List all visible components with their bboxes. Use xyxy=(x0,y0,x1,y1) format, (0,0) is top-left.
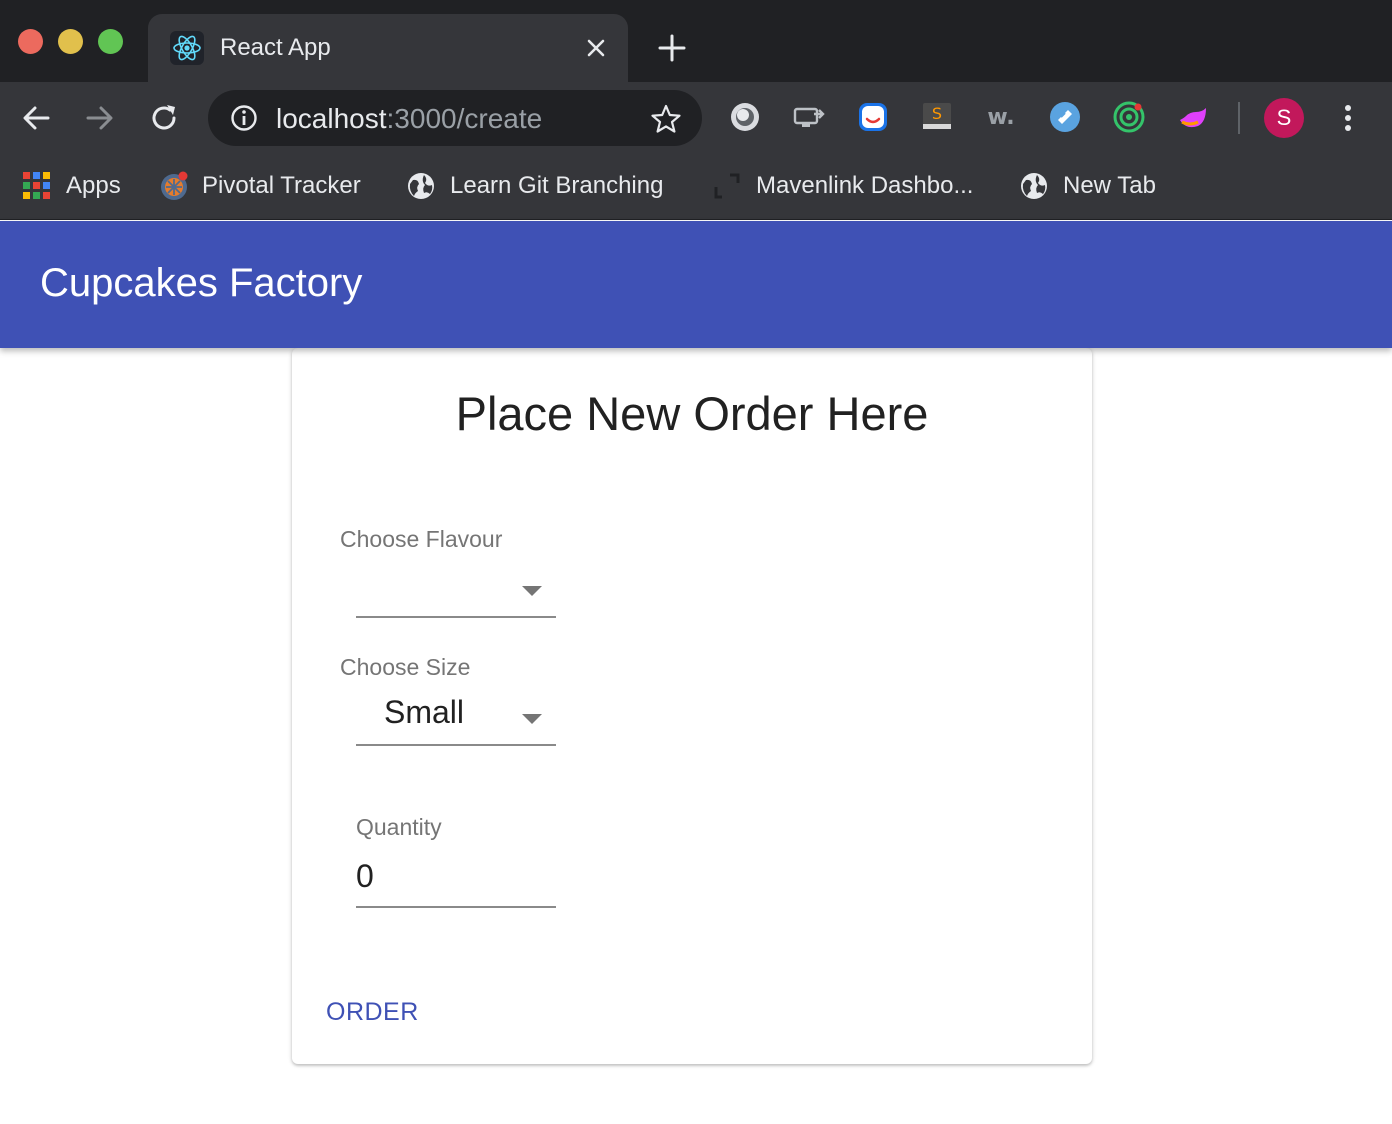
bookmark-label: New Tab xyxy=(1063,172,1156,199)
form-heading: Place New Order Here xyxy=(455,387,929,440)
address-bar[interactable]: localhost:3000/create xyxy=(208,90,702,146)
bookmark-pivotal-tracker[interactable]: Pivotal Tracker xyxy=(158,166,361,206)
window-minimize-button[interactable] xyxy=(58,29,83,54)
tab-title: React App xyxy=(220,34,331,61)
quantity-label: Quantity xyxy=(356,814,442,840)
browser-tab[interactable]: React App xyxy=(148,14,628,82)
mavenlink-icon xyxy=(714,173,740,199)
svg-text:w.: w. xyxy=(987,105,1014,130)
info-icon[interactable] xyxy=(230,104,258,132)
bookmark-label: Learn Git Branching xyxy=(450,172,664,199)
pocket-ext-icon[interactable] xyxy=(1048,100,1082,134)
close-icon[interactable] xyxy=(584,36,608,60)
url-path: :3000/create xyxy=(386,103,543,134)
back-arrow-icon[interactable] xyxy=(18,100,54,136)
bookmark-label: Mavenlink Dashbo... xyxy=(756,172,974,199)
target-ext-icon[interactable] xyxy=(1112,100,1146,134)
size-label: Choose Size xyxy=(340,654,471,680)
browser-toolbar: localhost:3000/create S w. S xyxy=(0,82,1392,154)
size-select[interactable]: Small xyxy=(356,686,556,746)
sublime-ext-icon[interactable]: S xyxy=(920,100,954,134)
bookmark-label: Apps xyxy=(66,172,121,199)
window-close-button[interactable] xyxy=(18,29,43,54)
reload-icon[interactable] xyxy=(146,100,182,136)
dropdown-arrow-icon xyxy=(522,714,542,724)
app-bar: Cupcakes Factory xyxy=(0,221,1392,348)
bookmark-apps[interactable]: Apps xyxy=(22,166,121,206)
profile-avatar[interactable]: S xyxy=(1264,98,1304,138)
dropdown-arrow-icon xyxy=(522,586,542,596)
url-text: localhost:3000/create xyxy=(276,103,542,135)
bookmark-learn-git-branching[interactable]: Learn Git Branching xyxy=(406,166,663,206)
globe-icon xyxy=(408,173,434,199)
app-title: Cupcakes Factory xyxy=(40,261,363,305)
order-form-card: Place New Order Here Choose Flavour Choo… xyxy=(292,348,1092,1064)
size-value: Small xyxy=(384,694,465,730)
flavour-label: Choose Flavour xyxy=(340,526,503,552)
browser-tab-strip: React App xyxy=(0,0,1392,82)
screen-cast-ext-icon[interactable] xyxy=(792,100,826,134)
bird-ext-icon[interactable] xyxy=(1176,100,1210,134)
order-button[interactable]: ORDER xyxy=(318,994,427,1031)
forward-arrow-icon[interactable] xyxy=(82,100,118,136)
pivotal-tracker-icon xyxy=(161,171,188,200)
toolbar-divider xyxy=(1238,102,1240,134)
record-ext-icon[interactable] xyxy=(728,100,762,134)
quantity-input[interactable]: 0 xyxy=(356,848,556,908)
url-host: localhost xyxy=(276,103,387,134)
bookmark-star-icon[interactable] xyxy=(650,103,682,135)
bookmark-new-tab[interactable]: New Tab xyxy=(1019,166,1156,206)
globe-icon xyxy=(1021,173,1047,199)
bookmarks-bar: Apps Pivotal Tracker Learn Git Branching… xyxy=(0,154,1392,220)
new-tab-plus-icon[interactable] xyxy=(656,32,688,64)
bookmark-mavenlink-dashboard[interactable]: Mavenlink Dashbo... xyxy=(712,166,973,206)
chat-ext-icon[interactable] xyxy=(856,100,890,134)
kebab-menu-icon[interactable] xyxy=(1336,100,1360,136)
react-atom-icon xyxy=(170,31,204,65)
w-ext-icon[interactable]: w. xyxy=(984,100,1018,134)
window-zoom-button[interactable] xyxy=(98,29,123,54)
apps-grid-icon xyxy=(23,172,50,199)
quantity-value: 0 xyxy=(356,858,374,894)
flavour-select[interactable] xyxy=(356,558,556,618)
bookmark-label: Pivotal Tracker xyxy=(202,172,361,199)
svg-text:S: S xyxy=(932,104,942,123)
